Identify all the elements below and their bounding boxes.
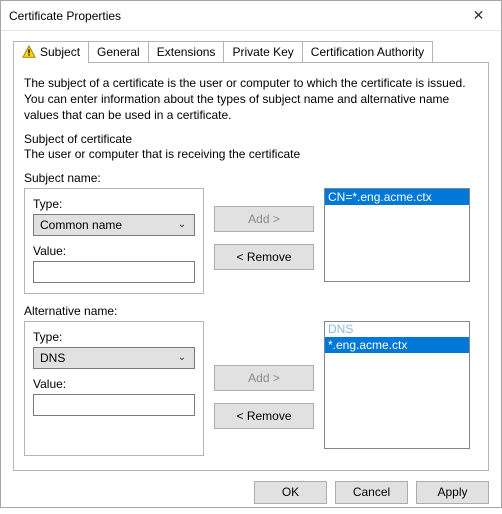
subject-list-col: CN=*.eng.acme.ctx <box>324 188 470 282</box>
alt-buttons-col: Add > < Remove <box>214 321 314 429</box>
tab-subject-label: Subject <box>40 45 80 59</box>
alt-list-col: DNS *.eng.acme.ctx <box>324 321 470 449</box>
dialog-button-bar: OK Cancel Apply <box>1 471 501 514</box>
ok-button[interactable]: OK <box>254 481 327 504</box>
subject-type-value: Common name <box>40 218 174 232</box>
tab-cert-authority[interactable]: Certification Authority <box>302 41 433 62</box>
alt-type-combo[interactable]: DNS ⌄ <box>33 347 195 369</box>
subject-name-label: Subject name: <box>24 171 478 185</box>
alt-name-row: Type: DNS ⌄ Value: Add > < Remove DNS *.… <box>24 321 478 456</box>
panel-description: The subject of a certificate is the user… <box>24 75 478 124</box>
close-icon: ✕ <box>473 7 485 24</box>
tab-extensions-label: Extensions <box>157 45 216 59</box>
tab-general[interactable]: General <box>88 41 149 62</box>
cancel-button[interactable]: Cancel <box>335 481 408 504</box>
alt-list[interactable]: DNS *.eng.acme.ctx <box>324 321 470 449</box>
alt-name-label: Alternative name: <box>24 304 478 318</box>
subject-name-row: Type: Common name ⌄ Value: Add > < Remov… <box>24 188 478 294</box>
window-title: Certificate Properties <box>9 9 456 23</box>
alt-list-heading: DNS <box>325 322 469 337</box>
chevron-down-icon: ⌄ <box>174 219 190 230</box>
alt-name-box: Type: DNS ⌄ Value: <box>24 321 204 456</box>
subject-name-box: Type: Common name ⌄ Value: <box>24 188 204 294</box>
list-item[interactable]: CN=*.eng.acme.ctx <box>325 189 469 205</box>
subject-type-label: Type: <box>33 197 195 211</box>
subject-remove-button[interactable]: < Remove <box>214 244 314 270</box>
alt-add-button[interactable]: Add > <box>214 365 314 391</box>
chevron-down-icon: ⌄ <box>174 352 190 363</box>
subject-buttons-col: Add > < Remove <box>214 188 314 270</box>
alt-value-label: Value: <box>33 377 195 391</box>
subject-heading: Subject of certificate <box>24 132 478 146</box>
tab-private-key-label: Private Key <box>232 45 293 59</box>
tab-panel-subject: The subject of a certificate is the user… <box>13 63 489 471</box>
content-area: Subject General Extensions Private Key C… <box>1 31 501 471</box>
list-item[interactable]: *.eng.acme.ctx <box>325 337 469 353</box>
apply-button[interactable]: Apply <box>416 481 489 504</box>
tab-extensions[interactable]: Extensions <box>148 41 225 62</box>
tab-cert-authority-label: Certification Authority <box>311 45 424 59</box>
close-button[interactable]: ✕ <box>456 1 501 30</box>
tab-subject[interactable]: Subject <box>13 41 89 63</box>
title-bar: Certificate Properties ✕ <box>1 1 501 31</box>
tab-private-key[interactable]: Private Key <box>223 41 302 62</box>
subject-add-button[interactable]: Add > <box>214 206 314 232</box>
subject-type-combo[interactable]: Common name ⌄ <box>33 214 195 236</box>
warning-icon <box>22 45 36 59</box>
subject-value-input[interactable] <box>33 261 195 283</box>
tab-general-label: General <box>97 45 140 59</box>
alt-value-input[interactable] <box>33 394 195 416</box>
subject-list[interactable]: CN=*.eng.acme.ctx <box>324 188 470 282</box>
tab-strip: Subject General Extensions Private Key C… <box>13 39 489 63</box>
subject-value-label: Value: <box>33 244 195 258</box>
subject-line: The user or computer that is receiving t… <box>24 147 478 161</box>
alt-type-label: Type: <box>33 330 195 344</box>
alt-type-value: DNS <box>40 351 174 365</box>
alt-remove-button[interactable]: < Remove <box>214 403 314 429</box>
